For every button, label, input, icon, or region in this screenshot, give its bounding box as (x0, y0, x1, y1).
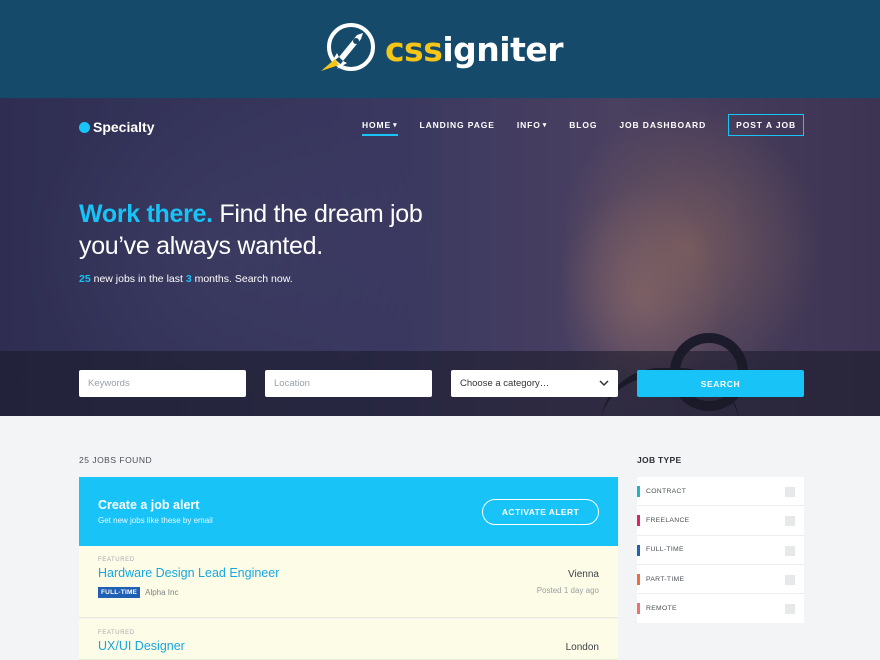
job-type-filter-remote[interactable]: REMOTE (637, 594, 804, 623)
chevron-down-icon (599, 380, 609, 387)
job-title-link[interactable]: Hardware Design Lead Engineer (98, 566, 279, 580)
location-input[interactable]: Location (265, 370, 432, 397)
job-location: London (565, 642, 599, 653)
job-type-filter-list: CONTRACT FREELANCE FULL-TIME PART-TIME R… (637, 477, 804, 624)
job-alert-box: Create a job alert Get new jobs like the… (79, 477, 618, 546)
hero-subline: 25 new jobs in the last 3 months. Search… (79, 273, 293, 285)
job-title-link[interactable]: UX/UI Designer (98, 639, 185, 653)
job-type-filter-full-time[interactable]: FULL-TIME (637, 536, 804, 565)
job-type-filter-part-time[interactable]: PART-TIME (637, 565, 804, 595)
job-listing[interactable]: FEATURED UX/UI Designer London (79, 619, 618, 660)
filter-label: FULL-TIME (646, 546, 684, 554)
filter-label: PART-TIME (646, 575, 685, 583)
featured-label: FEATURED (98, 630, 135, 636)
job-alert-title: Create a job alert (98, 498, 200, 512)
hero-headline: Work there. Find the dream job you’ve al… (79, 200, 423, 260)
job-type-filter-freelance[interactable]: FREELANCE (637, 506, 804, 536)
filter-label: REMOTE (646, 605, 677, 613)
keywords-input[interactable]: Keywords (79, 370, 246, 397)
nav-item-landing-page[interactable]: LANDING PAGE (420, 115, 495, 135)
search-button[interactable]: SEARCH (637, 370, 804, 397)
featured-label: FEATURED (98, 557, 135, 563)
job-type-badge: FULL-TIME (98, 587, 141, 598)
company-name: Alpha Inc (145, 588, 179, 597)
chevron-down-icon: ▾ (542, 122, 548, 129)
cssigniter-brand[interactable]: cssigniter (317, 23, 564, 75)
color-marker (637, 486, 640, 497)
nav-item-info[interactable]: INFO ▾ (517, 115, 547, 135)
activate-alert-button[interactable]: ACTIVATE ALERT (482, 499, 599, 525)
job-posted-date: Posted 1 day ago (536, 586, 599, 595)
site-logo-text: Specialty (93, 119, 155, 135)
main-nav: HOME ▾ LANDING PAGE INFO ▾ BLOG JOB DASHBO… (340, 114, 804, 136)
filter-checkbox[interactable] (785, 545, 795, 556)
category-select[interactable]: Choose a category… (451, 370, 618, 397)
filter-checkbox[interactable] (785, 574, 795, 585)
filter-checkbox[interactable] (785, 604, 795, 615)
job-search-bar: Keywords Location Choose a category… SEA… (0, 351, 880, 416)
site-logo[interactable]: Specialty (79, 119, 154, 135)
filter-label: CONTRACT (646, 487, 687, 495)
hero-section: Specialty HOME ▾ LANDING PAGE INFO ▾ BLOG … (0, 98, 880, 416)
category-select-value: Choose a category… (460, 378, 550, 389)
filter-checkbox[interactable] (785, 487, 795, 497)
nav-item-blog[interactable]: BLOG (569, 115, 597, 135)
job-meta: FULL-TIME Alpha Inc (98, 587, 178, 598)
color-marker (637, 515, 640, 527)
chevron-down-icon: ▾ (393, 122, 398, 129)
job-alert-subtitle: Get new jobs like these by email (98, 516, 213, 525)
job-type-filter-contract[interactable]: CONTRACT (637, 477, 804, 507)
filter-label: FREELANCE (646, 516, 690, 524)
job-location: Vienna (568, 569, 599, 580)
job-listing[interactable]: FEATURED Hardware Design Lead Engineer F… (79, 546, 618, 618)
nav-item-job-dashboard[interactable]: JOB DASHBOARD (619, 115, 706, 135)
logo-dot-icon (79, 121, 90, 133)
color-marker (637, 603, 640, 615)
brand-bar: cssigniter (0, 0, 880, 98)
job-type-heading: JOB TYPE (637, 455, 682, 465)
filter-checkbox[interactable] (785, 516, 795, 527)
rocket-icon (320, 23, 375, 71)
post-a-job-button[interactable]: POST A JOB (728, 114, 804, 136)
nav-item-home[interactable]: HOME ▾ (361, 115, 398, 136)
jobs-found-count: 25 JOBS FOUND (79, 455, 153, 465)
brand-name: cssigniter (384, 29, 564, 69)
color-marker (637, 573, 640, 585)
color-marker (637, 544, 640, 556)
